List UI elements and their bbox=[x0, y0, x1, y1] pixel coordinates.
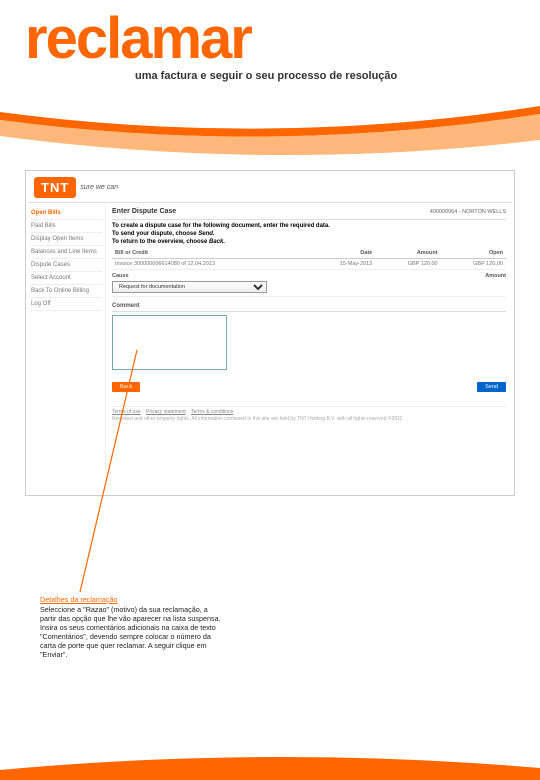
col-date: Date bbox=[305, 248, 375, 259]
back-button[interactable]: Back bbox=[112, 382, 140, 392]
comment-label: Comment bbox=[112, 303, 506, 312]
footer: Terms of use Privacy statement Terms & c… bbox=[112, 406, 506, 422]
tagline: sure we can bbox=[80, 184, 118, 191]
invoice-table: Bill or Credit Date Amount Open Invoice … bbox=[112, 248, 506, 270]
tnt-logo: TNT bbox=[34, 177, 76, 198]
sidebar-item-display-open[interactable]: Display Open Items bbox=[31, 233, 102, 246]
sidebar-item-label: Log Off bbox=[31, 301, 51, 307]
callout-title: Detalhes da reclamação bbox=[40, 595, 225, 604]
sidebar-item-balances[interactable]: Balances and Line Items bbox=[31, 246, 102, 259]
sidebar-item-label: Paid Bills bbox=[31, 223, 56, 229]
sidebar-item-label: Back To Online Billing bbox=[31, 288, 89, 294]
footer-link-privacy[interactable]: Privacy statement bbox=[146, 409, 186, 415]
sidebar: Open Bills Paid Bills Display Open Items… bbox=[28, 203, 106, 493]
instruction-line-2: To send your dispute, choose Send. bbox=[112, 231, 506, 237]
sidebar-item-label: Dispute Cases bbox=[31, 262, 70, 268]
sidebar-item-dispute-cases[interactable]: Dispute Cases bbox=[31, 259, 102, 272]
amount-label: Amount bbox=[485, 273, 506, 279]
page-subtitle: uma factura e seguir o seu processo de r… bbox=[135, 70, 515, 82]
sidebar-item-open-bills[interactable]: Open Bills bbox=[31, 207, 102, 220]
main-panel: Enter Dispute Case 400000064 - NORTON WE… bbox=[106, 203, 512, 493]
account-label: 400000064 - NORTON WELLS bbox=[430, 209, 506, 215]
sidebar-item-label: Open Bills bbox=[31, 210, 61, 216]
callout-text: Detalhes da reclamação Seleccione a "Raz… bbox=[40, 595, 225, 659]
decorative-swoosh-top bbox=[0, 100, 540, 160]
col-doc: Bill or Credit bbox=[112, 248, 305, 259]
sidebar-item-label: Display Open Items bbox=[31, 236, 83, 242]
cell-date: 15-May-2013 bbox=[305, 259, 375, 270]
app-header: TNT sure we can bbox=[28, 173, 512, 203]
cause-label: Cause bbox=[112, 273, 129, 279]
app-screenshot: TNT sure we can Open Bills Paid Bills Di… bbox=[25, 170, 515, 496]
table-row: Invoice 300000006614080 of 12.04.2013 15… bbox=[112, 259, 506, 270]
panel-title: Enter Dispute Case bbox=[112, 208, 176, 215]
send-button[interactable]: Send bbox=[477, 382, 506, 392]
decorative-swoosh-bottom bbox=[0, 740, 540, 780]
comment-textarea[interactable] bbox=[112, 315, 227, 370]
instruction-line-3: To return to the overview, choose Back. bbox=[112, 239, 506, 245]
sidebar-item-log-off[interactable]: Log Off bbox=[31, 298, 102, 311]
sidebar-item-select-account[interactable]: Select Account bbox=[31, 272, 102, 285]
cell-doc: Invoice 300000006614080 of 12.04.2013 bbox=[112, 259, 305, 270]
cell-open: GBP 120,00 bbox=[441, 259, 506, 270]
col-amount: Amount bbox=[375, 248, 440, 259]
footer-link-terms[interactable]: Terms of use bbox=[112, 409, 141, 415]
instruction-line-1: To create a dispute case for the followi… bbox=[112, 223, 506, 229]
footer-note: Received and other property rights. All … bbox=[112, 416, 506, 422]
cell-amount: GBP 120,00 bbox=[375, 259, 440, 270]
page-title: reclamar bbox=[25, 10, 515, 68]
cause-select[interactable]: Request for documentation bbox=[112, 281, 267, 293]
col-open: Open bbox=[441, 248, 506, 259]
sidebar-item-back-billing[interactable]: Back To Online Billing bbox=[31, 285, 102, 298]
footer-link-tc[interactable]: Terms & conditions bbox=[191, 409, 233, 415]
sidebar-item-paid-bills[interactable]: Paid Bills bbox=[31, 220, 102, 233]
sidebar-item-label: Balances and Line Items bbox=[31, 249, 97, 255]
sidebar-item-label: Select Account bbox=[31, 275, 71, 281]
callout-body: Seleccione a "Razao" (motivo) da sua rec… bbox=[40, 605, 221, 659]
